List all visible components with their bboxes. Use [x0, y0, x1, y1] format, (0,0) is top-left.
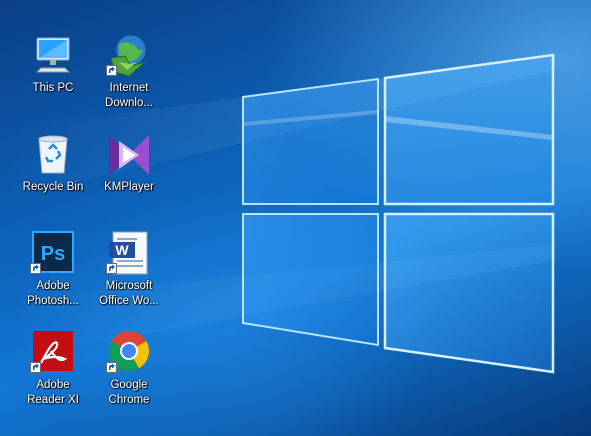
desktop-icon-adobe-reader[interactable]: Adobe Reader XI	[16, 325, 90, 415]
desktop-icon-label: Microsoft Office Wo...	[99, 280, 159, 307]
desktop-icon-microsoft-word[interactable]: W Microsoft Office Wo...	[92, 226, 166, 316]
desktop-icon-internet-download-manager[interactable]: Internet Downlo...	[92, 28, 166, 118]
desktop-icon-label: Adobe Photosh...	[27, 280, 79, 307]
desktop-icon-this-pc[interactable]: This PC	[16, 28, 90, 118]
kmplayer-icon	[105, 131, 153, 179]
shortcut-arrow-icon	[106, 362, 117, 373]
desktop-icon-label: This PC	[32, 82, 74, 94]
shortcut-arrow-icon	[30, 362, 41, 373]
desktop-icon-label: Google Chrome	[108, 379, 150, 406]
desktop-icon-label: Internet Downlo...	[105, 82, 153, 109]
desktop-icon-label: KMPlayer	[104, 181, 154, 193]
desktop-icon-label: Adobe Reader XI	[27, 379, 79, 406]
desktop-icon-google-chrome[interactable]: Google Chrome	[92, 325, 166, 415]
computer-icon	[29, 32, 77, 80]
desktop: This PC Internet Downlo... Recycle Bin K…	[0, 0, 591, 436]
desktop-icon-kmplayer[interactable]: KMPlayer	[92, 127, 166, 217]
desktop-icon-recycle-bin[interactable]: Recycle Bin	[16, 127, 90, 217]
shortcut-arrow-icon	[30, 263, 41, 274]
shortcut-arrow-icon	[106, 65, 117, 76]
recycle-bin-icon	[29, 131, 77, 179]
desktop-icon-label: Recycle Bin	[22, 181, 84, 193]
svg-text:W: W	[115, 242, 129, 258]
svg-text:Ps: Ps	[41, 243, 65, 265]
desktop-icon-adobe-photoshop[interactable]: Ps Adobe Photosh...	[16, 226, 90, 316]
shortcut-arrow-icon	[106, 263, 117, 274]
